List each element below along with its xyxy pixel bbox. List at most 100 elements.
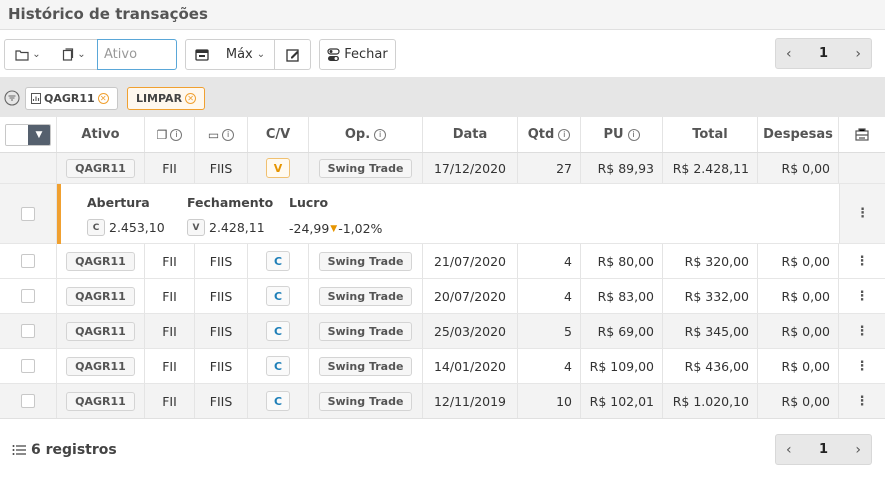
row-checkbox[interactable] — [21, 206, 35, 221]
op-tag: Swing Trade — [318, 356, 413, 376]
op-cell: Swing Trade — [309, 153, 423, 183]
chevron-right-icon[interactable]: › — [855, 442, 861, 458]
fechamento-amount: 2.428,11 — [209, 220, 265, 235]
op-cell: Swing Trade — [309, 349, 423, 383]
tipo-cell: FII — [145, 314, 195, 348]
row-checkbox[interactable] — [21, 359, 35, 373]
col-cv[interactable]: C/V — [248, 117, 309, 152]
pu-cell: R$ 102,01 — [581, 384, 663, 418]
row-checkbox-cell — [0, 153, 57, 183]
title-bar: Histórico de transações — [0, 0, 885, 30]
more-options-icon[interactable]: ⋮ — [856, 254, 869, 269]
table-row[interactable]: QAGR11 FII FIIS C Swing Trade 12/11/2019… — [0, 384, 885, 419]
remove-chip-icon[interactable]: ✕ — [97, 93, 109, 104]
cv-cell: C — [248, 279, 309, 313]
op-cell: Swing Trade — [309, 384, 423, 418]
lucro-value: -24,99 ▼ -1,02% — [289, 221, 382, 236]
ativo-tag[interactable]: QAGR11 — [66, 286, 135, 306]
caret-down-icon[interactable]: ▼ — [28, 124, 50, 145]
col-pu-label: PU — [603, 127, 624, 142]
period-dropdown-button[interactable]: Máx ⌄ — [217, 39, 275, 70]
edit-button[interactable] — [274, 39, 311, 70]
despesas-cell: R$ 0,00 — [758, 384, 839, 418]
ativo-tag[interactable]: QAGR11 — [66, 251, 135, 271]
ativo-tag[interactable]: QAGR11 — [66, 158, 135, 178]
col-despesas[interactable]: Despesas — [758, 117, 839, 152]
clear-icon: ✕ — [185, 93, 197, 104]
row-checkbox[interactable] — [21, 289, 35, 303]
calendar-icon — [194, 49, 209, 61]
ativo-tag[interactable]: QAGR11 — [66, 356, 135, 376]
col-segment[interactable]: ▭ i — [195, 117, 248, 152]
seg-cell: FIIS — [195, 314, 248, 348]
pu-cell: R$ 109,00 — [581, 349, 663, 383]
table-row[interactable]: QAGR11 FII FIIS C Swing Trade 21/07/2020… — [0, 244, 885, 279]
qtd-cell: 27 — [518, 153, 581, 183]
tipo-cell: FII — [145, 349, 195, 383]
abertura-amount: 2.453,10 — [109, 220, 165, 235]
filter-bar: QAGR11 ✕ LIMPAR ✕ — [0, 77, 885, 117]
select-all-checkbox[interactable]: ▼ — [5, 123, 51, 146]
toggle-icon — [327, 47, 340, 61]
row-checkbox-cell — [0, 184, 57, 243]
col-total[interactable]: Total — [663, 117, 758, 152]
more-options-icon[interactable]: ⋮ — [856, 394, 869, 409]
table-row[interactable]: QAGR11 FII FIIS V Swing Trade 17/12/2020… — [0, 153, 885, 184]
row-actions-cell — [839, 153, 885, 183]
record-count-label: 6 registros — [31, 442, 117, 458]
calendar-button[interactable] — [185, 39, 218, 70]
page-title: Histórico de transações — [8, 5, 208, 23]
chevron-left-icon[interactable]: ‹ — [786, 442, 792, 458]
qtd-cell: 10 — [518, 384, 581, 418]
table-row[interactable]: QAGR11 FII FIIS C Swing Trade 25/03/2020… — [0, 314, 885, 349]
chevron-down-icon: ⌄ — [32, 49, 41, 60]
table-row[interactable]: QAGR11 FII FIIS C Swing Trade 14/01/2020… — [0, 349, 885, 384]
folder-dropdown-button[interactable]: ⌄ — [4, 39, 52, 70]
ativo-tag[interactable]: QAGR11 — [66, 321, 135, 341]
toolbar: ⌄ ⌄ Ativo Máx ⌄ Fechar ‹ 1 › — [0, 30, 885, 77]
clear-label: LIMPAR — [135, 92, 183, 105]
row-actions-cell: ⋮ — [839, 349, 885, 383]
qtd-cell: 5 — [518, 314, 581, 348]
col-pu[interactable]: PU i — [581, 117, 663, 152]
clear-filters-button[interactable]: LIMPAR ✕ — [127, 87, 205, 110]
row-checkbox[interactable] — [21, 324, 35, 338]
ativo-tag[interactable]: QAGR11 — [66, 391, 135, 411]
row-checkbox[interactable] — [21, 394, 35, 408]
col-ativo[interactable]: Ativo — [57, 117, 145, 152]
row-checkbox[interactable] — [21, 254, 35, 268]
data-cell: 21/07/2020 — [423, 244, 518, 278]
more-options-icon[interactable]: ⋮ — [856, 289, 869, 304]
col-op[interactable]: Op. i — [309, 117, 423, 152]
chevron-down-icon: ⌄ — [77, 49, 86, 60]
more-options-icon[interactable]: ⋮ — [856, 206, 869, 221]
record-count: 6 registros — [12, 442, 117, 458]
ativo-search-input[interactable]: Ativo — [97, 39, 177, 70]
col-data[interactable]: Data — [423, 117, 518, 152]
filter-icon[interactable] — [4, 90, 20, 106]
cv-badge: C — [266, 251, 290, 271]
copy-dropdown-button[interactable]: ⌄ — [51, 39, 98, 70]
info-icon: i — [170, 128, 183, 141]
pu-cell: R$ 69,00 — [581, 314, 663, 348]
asset-filter-chip[interactable]: QAGR11 ✕ — [25, 87, 118, 110]
info-icon: i — [558, 128, 571, 141]
chevron-left-icon[interactable]: ‹ — [786, 46, 792, 62]
close-button[interactable]: Fechar — [319, 39, 396, 70]
cv-badge: C — [266, 391, 290, 411]
col-qtd[interactable]: Qtd i — [518, 117, 581, 152]
column-settings-icon[interactable] — [839, 117, 885, 152]
info-icon: i — [374, 128, 387, 141]
data-cell: 17/12/2020 — [423, 153, 518, 183]
table-row[interactable]: QAGR11 FII FIIS C Swing Trade 20/07/2020… — [0, 279, 885, 314]
col-type[interactable]: ❐ i — [145, 117, 195, 152]
info-icon: i — [222, 128, 235, 141]
asset-chip-label: QAGR11 — [44, 92, 95, 105]
chevron-right-icon[interactable]: › — [855, 46, 861, 62]
tipo-cell: FII — [145, 153, 195, 183]
info-icon: i — [627, 128, 640, 141]
more-options-icon[interactable]: ⋮ — [856, 359, 869, 374]
more-options-icon[interactable]: ⋮ — [856, 324, 869, 339]
total-cell: R$ 320,00 — [663, 244, 758, 278]
seg-cell: FIIS — [195, 153, 248, 183]
